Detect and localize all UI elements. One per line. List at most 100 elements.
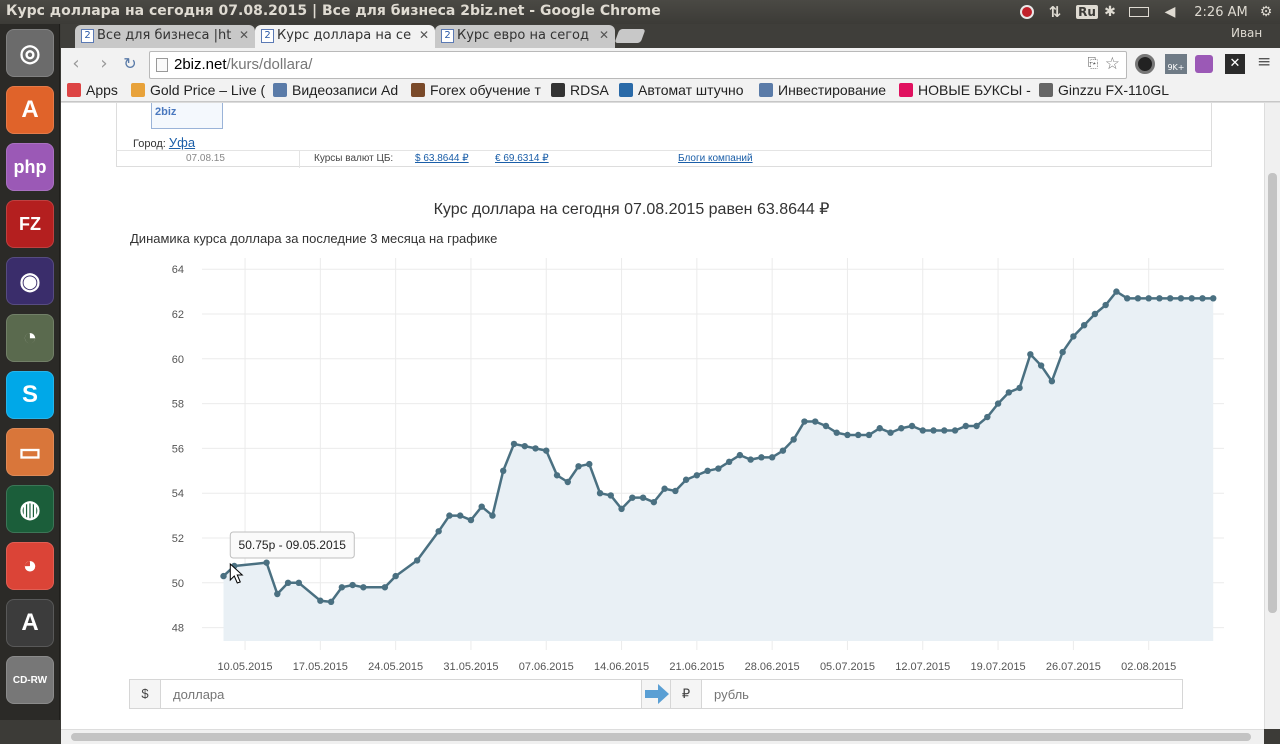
profile-name[interactable]: Иван — [1231, 26, 1262, 40]
camera-icon[interactable]: ◍ — [6, 485, 54, 533]
filezilla-icon[interactable]: FZ — [6, 200, 54, 248]
data-point[interactable] — [1123, 295, 1131, 302]
new-tab-button[interactable] — [614, 29, 646, 43]
data-point[interactable] — [467, 516, 475, 524]
phpstorm-icon[interactable]: php — [6, 143, 54, 191]
omnibox[interactable]: 2biz.net/kurs/dollara/ ⎘ ☆ — [149, 51, 1127, 79]
data-point[interactable] — [919, 427, 926, 434]
system-monitor-icon[interactable]: ◔ — [6, 314, 54, 362]
bookmark-item[interactable]: Инвестирование — [759, 82, 893, 98]
bookmark-item[interactable]: Apps — [67, 82, 127, 98]
session-gear-icon[interactable]: ⚙ — [1254, 2, 1278, 22]
chrome-icon[interactable]: ◕ — [6, 542, 54, 590]
data-point[interactable] — [865, 431, 873, 439]
extension-purple-icon[interactable] — [1195, 55, 1213, 73]
data-point[interactable] — [553, 472, 561, 479]
data-point[interactable] — [844, 431, 851, 439]
tab-1[interactable]: 2 Все для бизнеса |ht ✕ — [75, 25, 255, 48]
data-point[interactable] — [274, 590, 281, 598]
bookmark-item[interactable]: Видеозаписи Ad — [273, 82, 405, 98]
data-point[interactable] — [456, 512, 464, 519]
data-point[interactable] — [1080, 322, 1088, 329]
data-point[interactable] — [532, 445, 539, 452]
data-point[interactable] — [1091, 310, 1099, 318]
data-point[interactable] — [930, 427, 937, 434]
data-point[interactable] — [413, 557, 421, 564]
cdrw-icon[interactable]: CD-RW — [6, 656, 54, 704]
data-point[interactable] — [898, 425, 905, 432]
data-point[interactable] — [500, 467, 507, 474]
data-point[interactable] — [295, 579, 303, 586]
data-point[interactable] — [801, 418, 808, 425]
data-point[interactable] — [564, 478, 571, 486]
data-point[interactable] — [876, 425, 883, 432]
data-point[interactable] — [704, 467, 711, 474]
data-point[interactable] — [392, 572, 399, 580]
data-point[interactable] — [317, 597, 324, 604]
extension-x-icon[interactable]: ✕ — [1225, 54, 1245, 74]
data-point[interactable] — [1059, 348, 1066, 356]
data-point[interactable] — [908, 422, 916, 430]
data-point[interactable] — [1134, 295, 1142, 302]
convert-arrow-button[interactable] — [641, 679, 671, 709]
data-point[interactable] — [360, 584, 367, 591]
data-point[interactable] — [1070, 333, 1077, 340]
reload-button[interactable]: ↻ — [119, 54, 141, 76]
data-point[interactable] — [758, 454, 765, 461]
omnibox-url[interactable]: 2biz.net/kurs/dollara/ — [174, 56, 312, 73]
bookmark-item[interactable]: Автомат штучно — [619, 82, 753, 98]
keyboard-lang-indicator[interactable]: Ru — [1076, 2, 1098, 22]
data-point[interactable] — [1188, 295, 1195, 302]
data-point[interactable] — [672, 487, 679, 495]
files-icon[interactable]: ▭ — [6, 428, 54, 476]
data-point[interactable] — [779, 447, 787, 454]
data-point[interactable] — [822, 422, 830, 430]
tab-close-icon[interactable]: ✕ — [239, 28, 249, 42]
back-button[interactable]: ‹ — [65, 54, 87, 76]
data-point[interactable] — [887, 429, 894, 436]
data-point[interactable] — [747, 456, 754, 463]
volume-icon[interactable]: ◀ — [1160, 2, 1180, 22]
bookmark-item[interactable]: Ginzzu FX-110GL — [1039, 82, 1175, 98]
data-point[interactable] — [725, 458, 733, 466]
usd-amount-input[interactable] — [160, 679, 642, 709]
data-point[interactable] — [1027, 351, 1034, 358]
data-point[interactable] — [984, 413, 991, 421]
data-point[interactable] — [607, 492, 614, 499]
data-point[interactable] — [220, 572, 227, 580]
bookmark-item[interactable]: RDSA — [551, 82, 613, 98]
data-point[interactable] — [1048, 378, 1056, 385]
data-point[interactable] — [284, 579, 292, 586]
data-point[interactable] — [327, 598, 335, 606]
data-point[interactable] — [1113, 288, 1120, 295]
updater-icon[interactable]: A — [6, 599, 54, 647]
tab-3[interactable]: 2 Курс евро на сегод ✕ — [435, 25, 615, 48]
forward-button[interactable]: › — [93, 54, 115, 76]
tab-2[interactable]: 2 Курс доллара на се ✕ — [255, 25, 435, 48]
data-point[interactable] — [381, 584, 389, 591]
data-point[interactable] — [629, 494, 636, 501]
data-point[interactable] — [962, 422, 970, 430]
data-point[interactable] — [994, 400, 1002, 407]
data-point[interactable] — [586, 460, 593, 468]
data-point[interactable] — [855, 431, 862, 439]
data-point[interactable] — [693, 472, 701, 479]
bookmark-item[interactable]: Forex обучение т — [411, 82, 545, 98]
extension-mail-icon[interactable]: 9K+ — [1165, 54, 1187, 74]
data-point[interactable] — [790, 436, 797, 443]
eclipse-icon[interactable]: ◉ — [6, 257, 54, 305]
bookmark-item[interactable]: Gold Price – Live ( — [131, 82, 267, 98]
data-point[interactable] — [833, 429, 840, 436]
data-point[interactable] — [1016, 384, 1023, 392]
software-center-icon[interactable]: A — [6, 86, 54, 134]
data-point[interactable] — [263, 559, 270, 566]
data-point[interactable] — [618, 505, 625, 513]
chrome-menu-icon[interactable]: ≡ — [1257, 52, 1271, 72]
data-point[interactable] — [1199, 295, 1206, 302]
data-point[interactable] — [543, 447, 550, 454]
data-point[interactable] — [768, 454, 776, 461]
tab-close-icon[interactable]: ✕ — [419, 28, 429, 42]
data-point[interactable] — [736, 451, 744, 459]
data-point[interactable] — [1102, 301, 1109, 309]
data-point[interactable] — [521, 442, 528, 450]
